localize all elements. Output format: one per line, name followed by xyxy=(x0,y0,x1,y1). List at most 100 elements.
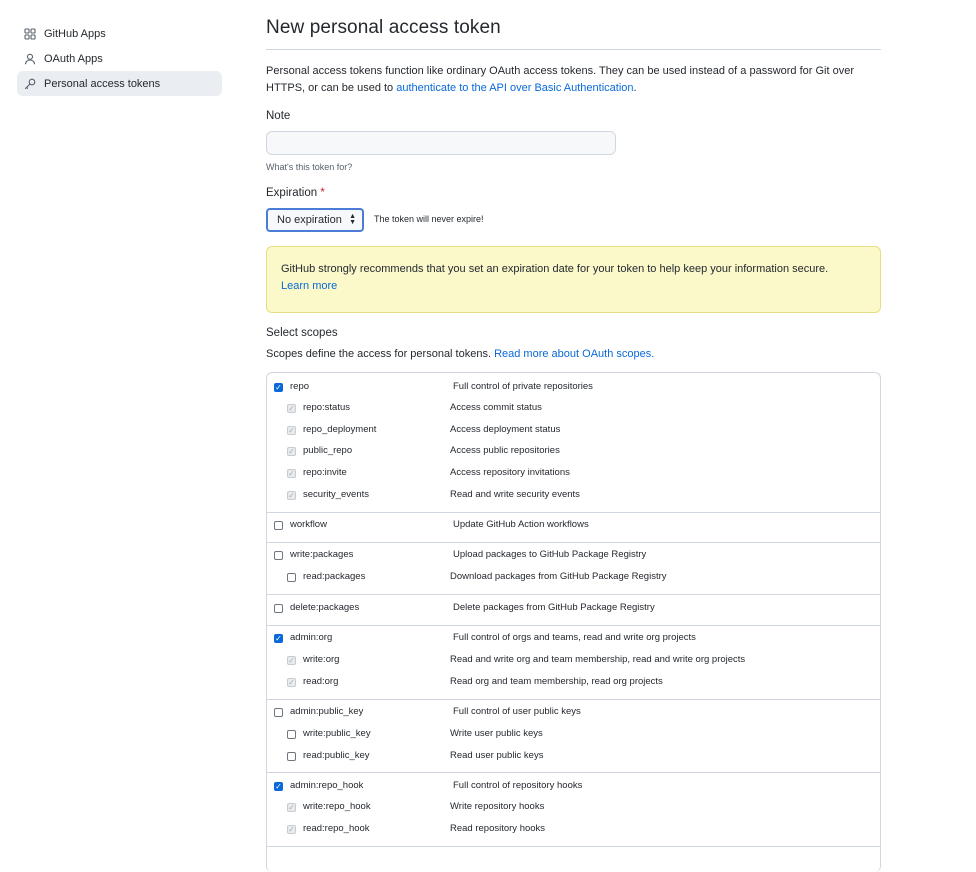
scope-description: Read repository hooks xyxy=(450,823,546,834)
scope-description: Delete packages from GitHub Package Regi… xyxy=(453,602,655,613)
scopes-list: ✓ repo Full control of private repositorie… xyxy=(266,372,881,872)
scope-name: write:public_key xyxy=(303,728,371,739)
scope-checkbox[interactable] xyxy=(287,573,296,582)
person-icon xyxy=(24,53,36,65)
sidebar-item-github-apps[interactable]: GitHub Apps xyxy=(17,21,222,46)
scope-name: delete:packages xyxy=(290,602,360,613)
settings-sidebar: GitHub Apps OAuth Apps Personal access t… xyxy=(17,21,222,96)
page-title: New personal access token xyxy=(266,17,501,38)
scope-row: write:packages Upload packages to GitHub … xyxy=(267,548,880,568)
sidebar-item-personal-access-tokens[interactable]: Personal access tokens xyxy=(17,71,222,96)
scope-checkbox[interactable] xyxy=(274,521,283,530)
scope-checkbox: ✓ xyxy=(287,404,296,413)
sidebar-item-label: GitHub Apps xyxy=(44,27,106,40)
scope-description: Write repository hooks xyxy=(450,801,545,812)
scope-name: read:packages xyxy=(303,571,366,582)
scope-name: repo:invite xyxy=(303,467,347,478)
scope-name: admin:org xyxy=(290,632,333,643)
scope-description: Read and write security events xyxy=(450,489,580,500)
scope-checkbox[interactable] xyxy=(287,730,296,739)
scopes-heading: Select scopes xyxy=(266,327,338,339)
basic-auth-link[interactable]: authenticate to the API over Basic Authe… xyxy=(396,82,633,94)
scope-name: read:public_key xyxy=(303,750,370,761)
scope-subrow: ✓ repo_deployment Access deployment status xyxy=(267,423,880,443)
scope-subrow: ✓ public_repo Access public repositories xyxy=(267,444,880,464)
sidebar-item-label: Personal access tokens xyxy=(44,77,161,90)
scope-checkbox: ✓ xyxy=(287,491,296,500)
intro-text: Personal access tokens function like ord… xyxy=(266,63,866,97)
scope-row: ✓ admin:org Full control of orgs and teams… xyxy=(267,631,880,651)
note-input[interactable] xyxy=(266,131,616,155)
scope-name: public_repo xyxy=(303,445,353,456)
scope-subrow: ✓ repo:status Access commit status xyxy=(267,401,880,421)
scope-name: repo xyxy=(290,381,310,392)
expiration-message: The token will never expire! xyxy=(374,214,484,224)
scope-name: workflow xyxy=(290,519,327,530)
scope-description: Write user public keys xyxy=(450,728,543,739)
scope-name: read:repo_hook xyxy=(303,823,370,834)
scope-description: Download packages from GitHub Package Re… xyxy=(450,571,667,582)
scope-subrow: ✓ write:repo_hook Write repository hooks xyxy=(267,800,880,820)
scope-group: workflow Update GitHub Action workflows xyxy=(267,512,880,543)
scope-checkbox[interactable] xyxy=(274,708,283,717)
scope-checkbox[interactable]: ✓ xyxy=(274,383,283,392)
scope-description: Full control of repository hooks xyxy=(453,780,583,791)
scope-row: workflow Update GitHub Action workflows xyxy=(267,518,880,538)
scope-subrow: ✓ security_events Read and write security … xyxy=(267,488,880,508)
warning-text: GitHub strongly recommends that you set … xyxy=(281,263,829,275)
scope-checkbox[interactable] xyxy=(274,551,283,560)
scope-description: Access deployment status xyxy=(450,424,561,435)
note-label: Note xyxy=(266,110,291,122)
scope-subrow: ✓ write:org Read and write org and team me… xyxy=(267,653,880,673)
expiration-label-text: Expiration xyxy=(266,187,318,199)
scope-group: delete:packages Delete packages from GitH… xyxy=(267,594,880,626)
scope-description: Upload packages to GitHub Package Regist… xyxy=(453,549,647,560)
scope-subrow: read:public_key Read user public keys xyxy=(267,749,880,769)
scope-name: admin:repo_hook xyxy=(290,780,364,791)
scope-name: admin:public_key xyxy=(290,706,364,717)
scope-row: admin:public_key Full control of user pub… xyxy=(267,705,880,725)
scope-name: read:org xyxy=(303,676,339,687)
scope-checkbox[interactable]: ✓ xyxy=(274,782,283,791)
sidebar-item-label: OAuth Apps xyxy=(44,52,103,65)
learn-more-link[interactable]: Learn more xyxy=(281,280,337,292)
expiration-select[interactable]: No expiration ▲ ▼ xyxy=(266,208,364,232)
sidebar-item-oauth-apps[interactable]: OAuth Apps xyxy=(17,46,222,71)
expiration-selected-value: No expiration xyxy=(277,214,342,226)
scopes-description-text: Scopes define the access for personal to… xyxy=(266,348,495,360)
scope-description: Access commit status xyxy=(450,402,542,413)
key-icon xyxy=(24,78,36,90)
title-divider xyxy=(266,49,881,50)
scope-group: ✓ admin:org Full control of orgs and teams… xyxy=(267,625,880,700)
select-arrows-icon: ▲ ▼ xyxy=(349,213,356,226)
scope-name: write:repo_hook xyxy=(303,801,371,812)
scope-name: write:org xyxy=(303,654,340,665)
scope-subrow: ✓ read:org Read org and team membership, r… xyxy=(267,675,880,695)
scopes-description: Scopes define the access for personal to… xyxy=(266,348,654,360)
scope-description: Access repository invitations xyxy=(450,467,570,478)
apps-icon xyxy=(24,27,36,40)
scope-name: write:packages xyxy=(290,549,354,560)
scope-name: repo:status xyxy=(303,402,350,413)
scope-checkbox: ✓ xyxy=(287,656,296,665)
scope-description: Full control of orgs and teams, read and… xyxy=(453,632,696,643)
expiration-label: Expiration * xyxy=(266,187,325,199)
note-hint: What's this token for? xyxy=(266,162,353,172)
scope-checkbox[interactable] xyxy=(274,604,283,613)
scope-checkbox: ✓ xyxy=(287,447,296,456)
scope-description: Read and write org and team membership, … xyxy=(450,654,746,665)
expiration-warning: GitHub strongly recommends that you set … xyxy=(266,246,881,313)
scope-checkbox: ✓ xyxy=(287,426,296,435)
scope-description: Access public repositories xyxy=(450,445,560,456)
scope-description: Read org and team membership, read org p… xyxy=(450,676,663,687)
scope-checkbox[interactable]: ✓ xyxy=(274,634,283,643)
scope-checkbox: ✓ xyxy=(287,469,296,478)
scope-checkbox[interactable] xyxy=(287,752,296,761)
scope-description: Full control of user public keys xyxy=(453,706,581,717)
scope-checkbox: ✓ xyxy=(287,825,296,834)
scope-subrow: ✓ read:repo_hook Read repository hooks xyxy=(267,822,880,842)
intro-text-end: . xyxy=(633,82,637,94)
oauth-scopes-link[interactable]: Read more about OAuth scopes. xyxy=(494,348,654,360)
scope-row: ✓ repo Full control of private repositorie… xyxy=(267,380,880,400)
scope-subrow: write:public_key Write user public keys xyxy=(267,727,880,747)
